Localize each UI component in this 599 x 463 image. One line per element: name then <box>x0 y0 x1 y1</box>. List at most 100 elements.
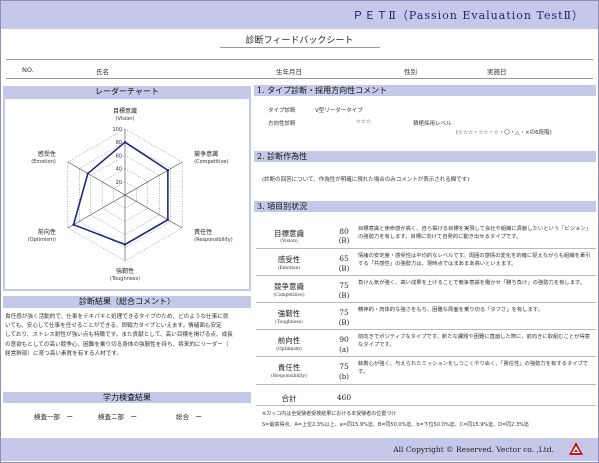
header-bottom-line <box>6 78 593 79</box>
subtitle-underline <box>220 47 380 48</box>
radar-data-point <box>123 243 127 246</box>
sheet-subtitle: 診断フィードバックシート <box>245 36 354 46</box>
radar-scale-label: 40 <box>116 167 122 173</box>
hiring-stars: ☆☆☆ <box>356 119 371 125</box>
radar-data-point <box>166 169 170 172</box>
section3-title: 3. 項目別状況 <box>254 201 596 212</box>
item-comment: 精神的・肉体的な強さをもち、困難な局面を乗り切る「タフさ」を有します。 <box>358 307 543 313</box>
result-line: いても、安心して仕事を任せることができる、即戦力タイプといえます。情緒面も安定 <box>5 323 222 330</box>
item-comment: 前向きでポジティブなタイプです。新たな課題や困難に直面した際に、前向きに取組むこ… <box>358 334 591 348</box>
kensa-total: 総合 ー <box>176 413 202 421</box>
radar-axis-label-en: (Optimism) <box>28 237 56 243</box>
result-line: 責任感が強く活動的で、仕事をテキパキと処理できるタイプのため、どのような仕事に就 <box>5 314 229 320</box>
item-grade: (B) <box>338 319 350 327</box>
item-separator <box>256 356 596 357</box>
radar-axis-line <box>124 161 183 196</box>
company-logo-icon <box>569 442 583 455</box>
header-top-line <box>6 59 593 60</box>
grade-note: ※カッコ内は全受験者受検結果における本受験者の位置づけ <box>262 411 397 417</box>
total-label: 合計 <box>281 394 297 403</box>
radar-axis-label: 前向性 <box>38 228 56 236</box>
hiring-label: 方向性診断 <box>268 121 296 127</box>
radar-axis-label-en: (Vision) <box>116 116 135 122</box>
item-name: 前向性 <box>277 336 301 345</box>
kensa-part1: 検査一部 ー <box>34 413 73 421</box>
footer-band: All Copyright © Reserved. Vector co. ,Lt… <box>1 438 598 461</box>
item-name: 競争意識 <box>274 282 304 291</box>
item-name-en: (Emotion) <box>277 266 301 271</box>
item-name: 責任性 <box>277 363 301 372</box>
radar-scale-label: 100 <box>112 127 122 133</box>
item-name-en: (Competitive) <box>273 293 305 298</box>
item-score: 75 <box>339 362 349 371</box>
header-no: NO. <box>22 66 34 74</box>
item-grade: (B) <box>338 265 350 273</box>
result-title: 診断結果（総合コメント） <box>3 296 251 308</box>
kensa-part2: 検査二部 ー <box>98 413 137 421</box>
section2-title: 2. 診断作為性 <box>254 151 596 162</box>
copyright: All Copyright © Reserved. Vector co. ,Lt… <box>393 445 554 454</box>
kensa-title: 学力検査結果 <box>3 392 251 403</box>
hiring-level-label: 積極採用レベル <box>413 121 452 127</box>
hiring-legend: (☆☆☆・☆☆・☆・〇・△・×の6段階) <box>456 130 552 136</box>
item-comment: 負けん気が強く、高い成果を上げることで競争意識を働かせ「勝ち負け」の強勢力を有し… <box>358 280 586 286</box>
result-line: 経営幹部）に育つ高い素質を有する人材です。 <box>5 350 122 357</box>
item-name: 感受性 <box>277 255 301 264</box>
section2-note: (診断の回答について、作為性が明確に現れた場合のみコメントが表示される欄です) <box>262 177 470 183</box>
title-band: ＰＥＴⅡ（Passion Evaluation TestⅡ） <box>1 1 598 29</box>
header-gender: 性別 <box>404 68 417 76</box>
header-birthdate: 生年月日 <box>276 68 302 76</box>
type-value: V型リーダータイプ <box>315 108 363 114</box>
item-name-en: (Responsibility) <box>271 374 307 379</box>
radar-data-point <box>86 172 90 175</box>
item-grade: (b) <box>339 373 349 381</box>
item-comment: 執着心が強く、与えられたミッションをしつこくやりぬく、「責任性」の強勢力を有する… <box>358 361 589 375</box>
radar-axis-label-en: (Emotion) <box>31 159 56 165</box>
radar-scale-label: 20 <box>116 180 122 186</box>
item-name-en: (Optimism) <box>276 347 302 352</box>
item-separator <box>256 248 596 249</box>
item-name-en: (Toughness) <box>275 320 303 325</box>
radar-axis-label: 感受性 <box>38 150 56 158</box>
radar-axis-label: 強靭性 <box>116 267 134 275</box>
radar-axis-label-en: (Responsibility) <box>194 237 233 243</box>
radar-axis-label: 責任性 <box>194 228 212 236</box>
item-score: 75 <box>339 281 349 290</box>
item-grade: (a) <box>339 346 349 354</box>
header-name: 氏名 <box>96 68 109 76</box>
result-comment: 責任感が強く活動的で、仕事をテキパキと処理できるタイプのため、どのような仕事に就… <box>5 313 245 359</box>
type-label: タイプ診断 <box>268 108 296 114</box>
item-score: 65 <box>339 254 349 263</box>
radar-axis-label: 競争意識 <box>194 150 218 158</box>
total-value: 460 <box>336 393 352 402</box>
section1-title: 1. タイプ診断・採用方向性コメント <box>254 85 596 96</box>
item-grade: (B) <box>338 237 350 245</box>
item-name-en: (Vision) <box>280 239 298 244</box>
item-separator <box>256 275 596 276</box>
item-score: 75 <box>339 308 349 317</box>
radar-data-point <box>166 218 170 221</box>
result-line: の意欲もとしての高い競争心、困難を乗り切る身体の強靭性を持ち、将来的にリーダー（ <box>5 341 229 348</box>
grade-legend: S=最高得点、A=上位2.3%以上、a=同15.9%迄、B=同50.0%迄、b=… <box>262 422 529 428</box>
radar-axis-label-en: (Competitive) <box>194 159 228 165</box>
header-date: 実施日 <box>487 68 507 76</box>
page-title: ＰＥＴⅡ（Passion Evaluation TestⅡ） <box>352 9 584 22</box>
radar-data-point <box>72 223 75 226</box>
item-separator <box>256 329 596 330</box>
item-separator <box>256 302 596 303</box>
radar-title: レーダーチャート <box>3 86 251 97</box>
radar-data-point <box>123 141 127 144</box>
item-grade: (B) <box>338 292 350 300</box>
item-score: 80 <box>339 227 349 236</box>
radar-axis-line <box>124 194 183 229</box>
radar-chart: 10080604020目標意識(Vision)競争意識(Competitive)… <box>28 107 233 282</box>
item-name: 強靭性 <box>277 309 301 318</box>
radar-chart-box: 100 80 60 40 20 目標意識 (Vision) 競争意識 (Competitive)… <box>3 97 251 291</box>
item-score: 90 <box>339 335 349 344</box>
item-comment: 目標意識と使命感が高く、自ら掲げる目標を実現して会社や組織に貢献したいという「ビ… <box>358 226 591 240</box>
radar-axis-label: 目標意識 <box>113 107 137 115</box>
result-line: しており、ストレス耐性が強い点も特徴です。また貢献として、高い目標を掲げる点、成… <box>5 332 233 339</box>
item-separator <box>256 384 596 385</box>
item-comment: 情緒の安定度・感受性は平均的なレベルです。周囲の感情の変化を的確に捉えながらも組… <box>358 253 591 267</box>
total-separator <box>256 405 596 406</box>
